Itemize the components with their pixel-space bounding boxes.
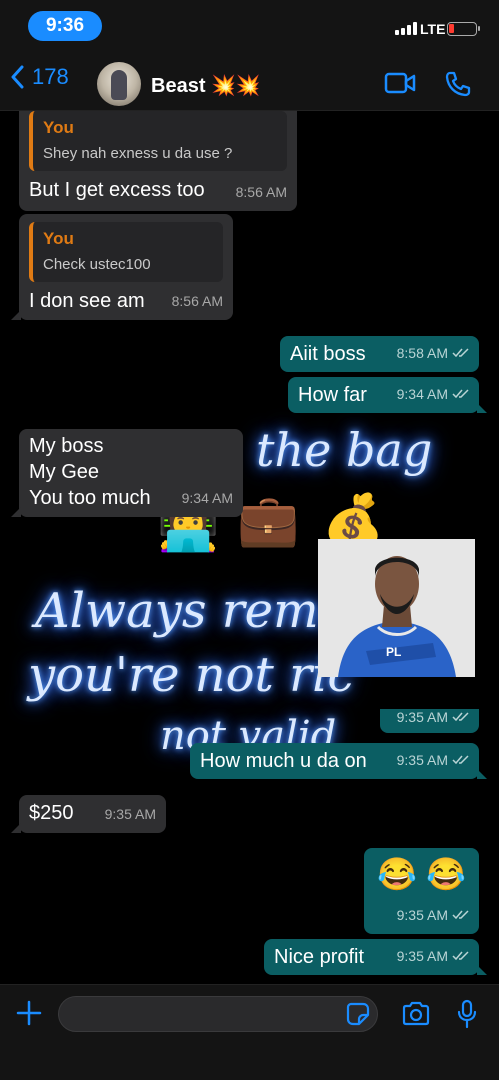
composer-bar — [0, 984, 499, 1080]
unread-count: 178 — [32, 64, 69, 89]
message-meta: 9:35 AM — [397, 704, 469, 730]
message-text: Aiit boss — [290, 343, 366, 365]
wallpaper-emoji-2: 💼 — [237, 492, 300, 548]
message-input[interactable] — [58, 996, 378, 1032]
message-time: 9:35 AM — [396, 752, 448, 768]
photo-message-footer[interactable]: 9:35 AM — [380, 709, 479, 733]
double-check-icon — [452, 712, 469, 722]
message-outgoing[interactable]: 😂 😂 9:35 AM — [364, 848, 479, 934]
message-incoming[interactable]: You Shey nah exness u da use ? But I get… — [19, 111, 297, 211]
double-check-icon — [452, 755, 469, 765]
message-time: 9:35 AM — [396, 907, 448, 923]
avatar[interactable] — [97, 62, 141, 106]
message-time: 9:35 AM — [396, 709, 448, 725]
message-meta: 9:34 AM — [397, 381, 469, 407]
plus-icon[interactable] — [16, 1000, 42, 1026]
message-outgoing[interactable]: How much u da on 9:35 AM — [190, 743, 487, 779]
microphone-icon[interactable] — [457, 999, 477, 1029]
signal-icon — [395, 22, 417, 35]
message-outgoing[interactable]: How far 9:34 AM — [288, 377, 487, 413]
message-time: 8:56 AM — [235, 184, 287, 200]
chevron-left-icon — [11, 65, 24, 89]
message-text: How much u da on — [200, 750, 367, 772]
message-text: Nice profit — [274, 946, 365, 968]
message-time: 9:35 AM — [396, 948, 448, 964]
video-call-icon[interactable] — [384, 72, 416, 94]
message-incoming[interactable]: You Check ustec100 I don see am 8:56 AM — [11, 214, 233, 320]
message-outgoing[interactable]: Aiit boss 8:58 AM — [280, 336, 479, 372]
message-emoji: 😂 😂 — [377, 856, 466, 892]
camera-icon[interactable] — [401, 1001, 431, 1027]
double-check-icon — [452, 951, 469, 961]
quote-text: Check ustec100 — [43, 256, 151, 273]
message-text: How far — [298, 384, 367, 406]
message-meta: 8:58 AM — [397, 340, 469, 366]
message-time: 9:34 AM — [181, 490, 233, 506]
message-incoming[interactable]: $250 9:35 AM — [11, 795, 166, 833]
network-label: LTE — [420, 21, 446, 37]
message-time: 8:58 AM — [396, 345, 448, 361]
reply-quote[interactable]: You Check ustec100 — [29, 222, 223, 282]
message-text: $250 — [29, 802, 74, 824]
double-check-icon — [452, 389, 469, 399]
status-bar: 9:36 LTE — [0, 0, 499, 50]
message-time: 9:35 AM — [104, 806, 156, 822]
chat-header: 178 Beast 💥💥 — [0, 50, 499, 111]
message-incoming[interactable]: My boss My Gee You too much 9:34 AM — [11, 429, 243, 517]
quote-text: Shey nah exness u da use ? — [43, 145, 233, 162]
message-line: My boss — [29, 435, 104, 457]
quote-author: You — [43, 118, 74, 137]
photo-shirt-text: PL — [386, 645, 401, 659]
photo-person-image: PL — [318, 539, 475, 677]
message-line: My Gee — [29, 461, 100, 483]
back-button[interactable]: 178 — [10, 64, 69, 90]
quote-author: You — [43, 229, 74, 248]
message-time: 9:34 AM — [396, 386, 448, 402]
double-check-icon — [452, 348, 469, 358]
photo-message-image[interactable]: PL — [318, 539, 475, 677]
contact-name[interactable]: Beast 💥💥 — [151, 73, 261, 98]
status-time: 9:36 — [28, 11, 102, 41]
sticker-icon[interactable] — [346, 1002, 370, 1026]
message-meta: 9:35 AM — [397, 902, 469, 928]
message-list[interactable]: the bag 👩‍💻 💼 💰 Always remem you're not … — [0, 111, 499, 984]
reply-quote[interactable]: You Shey nah exness u da use ? — [29, 111, 287, 171]
phone-icon[interactable] — [444, 70, 472, 98]
wallpaper-text-3: you're not ric — [28, 647, 355, 703]
message-meta: 9:35 AM — [397, 747, 469, 773]
double-check-icon — [452, 910, 469, 920]
message-time: 8:56 AM — [171, 293, 223, 309]
message-meta: 9:35 AM — [397, 943, 469, 969]
battery-icon — [447, 22, 480, 36]
message-outgoing[interactable]: Nice profit 9:35 AM — [264, 939, 487, 975]
wallpaper-text-1: the bag — [256, 423, 433, 477]
